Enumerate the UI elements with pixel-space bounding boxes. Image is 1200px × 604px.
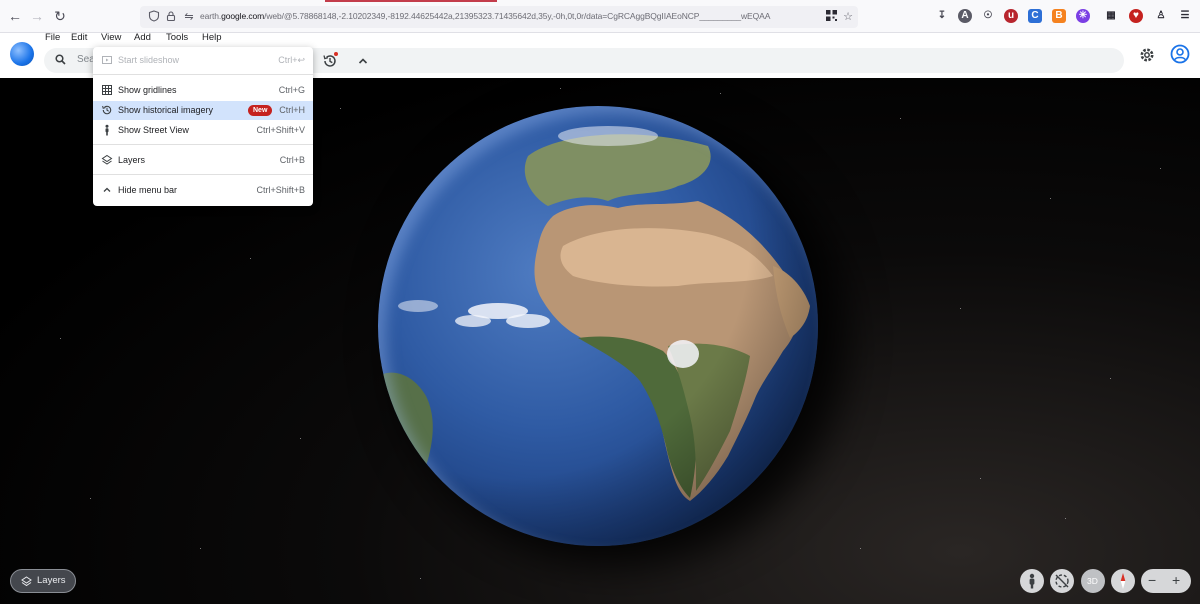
- earth-globe[interactable]: [378, 106, 818, 546]
- menu-item-label: Layers: [118, 155, 146, 165]
- back-icon[interactable]: ←: [7, 8, 23, 24]
- active-tab-indicator: [325, 0, 497, 2]
- extension-ublock-icon[interactable]: u: [1004, 9, 1018, 23]
- account-icon[interactable]: ♙: [1154, 9, 1168, 23]
- extension-c-icon[interactable]: C: [1028, 9, 1042, 23]
- menu-item-label: Show gridlines: [118, 85, 177, 95]
- permissions-icon[interactable]: ⇋: [182, 10, 196, 24]
- menu-file[interactable]: File: [42, 32, 63, 43]
- star: [1065, 518, 1066, 519]
- menu-item-label: Show Street View: [118, 125, 189, 135]
- menu-item-show-gridlines[interactable]: Show gridlines Ctrl+G: [93, 81, 313, 100]
- notification-dot: [334, 52, 338, 56]
- compass-icon: [1120, 573, 1126, 589]
- menu-item-start-slideshow: Start slideshow Ctrl+↩: [93, 51, 313, 70]
- menu-separator: [93, 74, 313, 75]
- menu-separator: [93, 174, 313, 175]
- star: [980, 478, 981, 479]
- forward-icon[interactable]: →: [29, 8, 45, 24]
- star: [340, 108, 341, 109]
- browser-toolbar: ← → ↻ ⇋ earth.google.com/web/@5.78868148…: [0, 0, 1200, 33]
- zoom-in-icon[interactable]: +: [1172, 572, 1180, 588]
- star: [250, 258, 251, 259]
- extension-grid-icon[interactable]: ▦: [1104, 9, 1118, 23]
- star: [560, 88, 561, 89]
- star: [960, 308, 961, 309]
- star: [200, 548, 201, 549]
- address-bar[interactable]: ⇋ earth.google.com/web/@5.78868148,-2.10…: [140, 6, 858, 28]
- layers-button[interactable]: Layers: [10, 569, 76, 593]
- layers-label: Layers: [37, 575, 66, 586]
- menu-edit[interactable]: Edit: [68, 32, 90, 43]
- zoom-out-icon[interactable]: −: [1148, 572, 1156, 588]
- extension-star-icon[interactable]: ✳: [1076, 9, 1090, 23]
- chevron-up-icon: [103, 187, 111, 192]
- star: [1110, 378, 1111, 379]
- menu-view[interactable]: View: [98, 32, 124, 43]
- history-icon: [102, 105, 112, 115]
- star: [60, 338, 61, 339]
- star: [720, 93, 721, 94]
- menu-item-label: Hide menu bar: [118, 185, 178, 195]
- menu-item-shortcut: Ctrl+B: [279, 155, 305, 165]
- 3d-label: 3D: [1087, 576, 1098, 586]
- pegman-icon: [1029, 573, 1035, 589]
- lock-icon[interactable]: [164, 10, 178, 24]
- grid-icon: [102, 85, 112, 95]
- star: [1160, 168, 1161, 169]
- downloads-icon[interactable]: ↧: [935, 9, 949, 23]
- compass-button[interactable]: [1111, 569, 1135, 593]
- new-badge: New: [248, 105, 273, 116]
- extension-heart-icon[interactable]: ♥: [1129, 9, 1143, 23]
- pegman-icon: [105, 124, 109, 136]
- search-icon: [55, 54, 66, 65]
- hamburger-menu-icon[interactable]: ☰: [1178, 9, 1192, 23]
- menu-item-label: Show historical imagery: [118, 105, 214, 115]
- menu-add[interactable]: Add: [131, 32, 154, 43]
- street-view-pegman-button[interactable]: [1020, 569, 1044, 593]
- account-avatar-icon[interactable]: [1170, 44, 1190, 64]
- bookmark-star-icon[interactable]: ☆: [841, 10, 855, 24]
- menu-item-hide-menu-bar[interactable]: Hide menu bar Ctrl+Shift+B: [93, 181, 313, 200]
- star: [90, 498, 91, 499]
- rotation-off-icon: [1055, 574, 1069, 588]
- layers-icon: [21, 576, 32, 587]
- settings-gear-icon[interactable]: [1138, 46, 1156, 64]
- extension-brave-icon[interactable]: B: [1052, 9, 1066, 23]
- menu-item-shortcut: Ctrl+G: [278, 85, 305, 95]
- google-earth-logo[interactable]: [10, 42, 34, 66]
- star: [420, 578, 421, 579]
- qr-code-icon[interactable]: [824, 10, 838, 24]
- view-menu-dropdown: Start slideshow Ctrl+↩ Show gridlines Ct…: [93, 47, 313, 206]
- extension-a-icon[interactable]: A: [958, 9, 972, 23]
- menu-item-shortcut: Ctrl+Shift+V: [256, 125, 305, 135]
- chevron-up-icon[interactable]: [357, 55, 369, 67]
- menu-help[interactable]: Help: [199, 32, 225, 43]
- menu-item-label: Start slideshow: [118, 55, 180, 65]
- star: [860, 548, 861, 549]
- menu-item-show-historical-imagery[interactable]: Show historical imagery New Ctrl+H: [93, 101, 313, 120]
- menu-tools[interactable]: Tools: [163, 32, 191, 43]
- shield-icon[interactable]: [147, 10, 161, 24]
- extension-shield-icon[interactable]: ☉: [981, 9, 995, 23]
- rotate-toggle-button[interactable]: [1050, 569, 1074, 593]
- globe-atmosphere: [378, 106, 818, 546]
- reload-icon[interactable]: ↻: [52, 8, 68, 24]
- toggle-3d-button[interactable]: 3D: [1081, 569, 1105, 593]
- menu-separator: [93, 144, 313, 145]
- star: [900, 118, 901, 119]
- star: [1050, 198, 1051, 199]
- menu-item-layers[interactable]: Layers Ctrl+B: [93, 151, 313, 170]
- layers-icon: [101, 154, 113, 165]
- menu-item-show-street-view[interactable]: Show Street View Ctrl+Shift+V: [93, 121, 313, 140]
- zoom-control: − +: [1141, 569, 1191, 593]
- star: [300, 438, 301, 439]
- slideshow-icon: [102, 56, 112, 64]
- url-text[interactable]: earth.google.com/web/@5.78868148,-2.1020…: [200, 11, 770, 21]
- menu-item-shortcut: Ctrl+H: [279, 105, 305, 115]
- menu-item-shortcut: Ctrl+↩: [278, 55, 305, 65]
- menu-item-shortcut: Ctrl+Shift+B: [256, 185, 305, 195]
